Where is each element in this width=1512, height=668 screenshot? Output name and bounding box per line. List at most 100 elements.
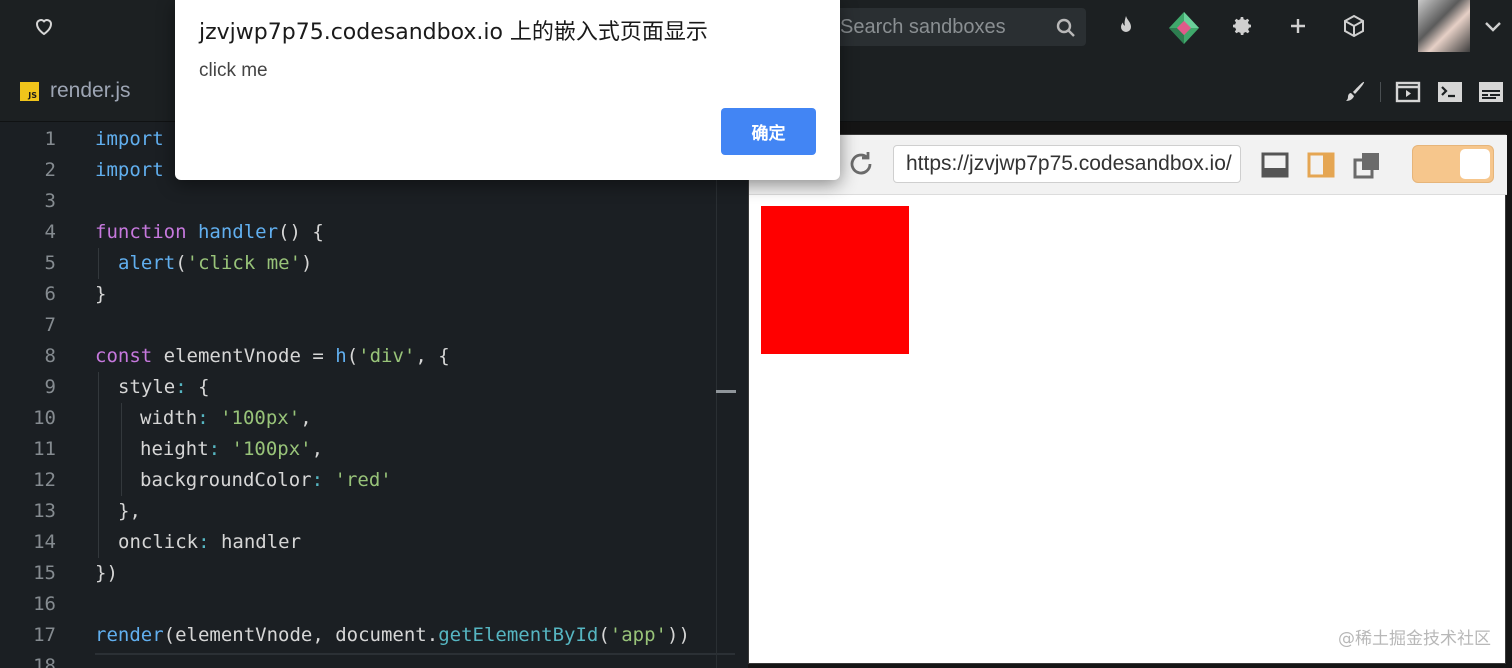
line-number: 15 bbox=[33, 562, 56, 584]
search-input[interactable] bbox=[840, 8, 1050, 46]
terminal-icon[interactable] bbox=[1437, 79, 1463, 105]
preview-toggle[interactable] bbox=[1412, 145, 1494, 183]
code-token: )) bbox=[667, 624, 690, 646]
code-token: render bbox=[95, 624, 164, 646]
code-token: handler bbox=[209, 531, 302, 553]
code-line: backgroundColor: 'red' bbox=[140, 465, 392, 496]
code-token: h bbox=[335, 345, 347, 367]
alert-dialog: jzvjwp7p75.codesandbox.io 上的嵌入式页面显示 clic… bbox=[175, 0, 840, 180]
code-token: ( bbox=[598, 624, 610, 646]
code-token: 'div' bbox=[358, 345, 416, 367]
url-bar[interactable]: https://jzvjwp7p75.codesandbox.io/ bbox=[893, 145, 1241, 183]
editor-ruler bbox=[716, 122, 717, 668]
indent-guide bbox=[98, 372, 99, 558]
code-token: : bbox=[208, 438, 221, 460]
code-token: : bbox=[175, 376, 187, 398]
code-token: ( bbox=[346, 345, 359, 367]
code-line: width: '100px', bbox=[140, 403, 312, 434]
layout-split-icon[interactable] bbox=[1307, 151, 1335, 179]
code-token: getElementById bbox=[438, 624, 599, 646]
heart-icon[interactable] bbox=[32, 14, 56, 38]
line-number: 5 bbox=[44, 252, 56, 274]
code-token: '100px' bbox=[231, 438, 312, 460]
code-token: style bbox=[118, 376, 176, 398]
line-number: 13 bbox=[33, 500, 56, 522]
console-icon[interactable] bbox=[1478, 79, 1504, 105]
code-token: : bbox=[311, 469, 324, 491]
refresh-icon[interactable] bbox=[846, 149, 876, 179]
line-number: 16 bbox=[33, 593, 56, 615]
scrollbar-thumb[interactable] bbox=[716, 390, 736, 393]
code-line: height: '100px', bbox=[140, 434, 323, 465]
code-line: } bbox=[95, 279, 106, 310]
toolbar-divider bbox=[1380, 82, 1381, 102]
code-line: import bbox=[95, 124, 164, 155]
search-box bbox=[828, 8, 1086, 46]
line-number: 6 bbox=[44, 283, 56, 305]
code-token: const bbox=[95, 345, 153, 367]
tab-render-js[interactable]: JS render.js bbox=[0, 60, 175, 122]
code-token: }) bbox=[95, 562, 118, 584]
line-number: 17 bbox=[33, 624, 56, 646]
rendered-red-box[interactable] bbox=[761, 206, 909, 354]
code-token: onclick bbox=[118, 531, 199, 553]
code-token: import bbox=[95, 128, 164, 150]
code-token: ) bbox=[301, 252, 313, 274]
code-token: 'app' bbox=[609, 624, 667, 646]
line-number: 9 bbox=[44, 376, 56, 398]
layout-bottom-icon[interactable] bbox=[1261, 151, 1289, 179]
line-number: 11 bbox=[33, 438, 56, 460]
code-token: , bbox=[300, 407, 312, 429]
toggle-knob bbox=[1460, 149, 1490, 179]
code-token: , bbox=[311, 438, 324, 460]
flame-icon[interactable] bbox=[1114, 14, 1138, 38]
code-line: onclick: handler bbox=[118, 527, 301, 558]
line-number: 12 bbox=[33, 469, 56, 491]
line-number: 18 bbox=[33, 655, 56, 668]
preview-pane: https://jzvjwp7p75.codesandbox.io/ @稀土掘金… bbox=[748, 134, 1507, 664]
code-token: height bbox=[140, 438, 209, 460]
line-number: 8 bbox=[44, 345, 56, 367]
code-token: handler bbox=[186, 221, 279, 243]
code-token: { bbox=[186, 376, 210, 398]
code-token: : bbox=[198, 531, 210, 553]
code-token: ( bbox=[175, 252, 187, 274]
code-token: : bbox=[197, 407, 209, 429]
codesandbox-app: JS render.js 1 2 3 4 5 6 7 8 9 10 11 12 … bbox=[0, 0, 1512, 668]
copy-icon[interactable] bbox=[1353, 151, 1381, 179]
code-line: const elementVnode = h('div', { bbox=[95, 341, 450, 372]
dialog-message: click me bbox=[199, 60, 268, 81]
plus-icon[interactable] bbox=[1286, 14, 1310, 38]
indent-guide bbox=[121, 403, 122, 496]
code-line: function handler() { bbox=[95, 217, 324, 248]
avatar[interactable] bbox=[1418, 0, 1470, 52]
browser-preview-icon[interactable] bbox=[1395, 79, 1421, 105]
codesandbox-logo-icon[interactable] bbox=[1166, 10, 1202, 46]
chevron-down-icon[interactable] bbox=[1484, 20, 1502, 34]
code-line: alert('click me') bbox=[118, 248, 313, 279]
code-token: , { bbox=[415, 345, 450, 367]
gear-icon[interactable] bbox=[1230, 14, 1254, 38]
indent-guide bbox=[98, 248, 99, 279]
line-number: 2 bbox=[44, 159, 56, 181]
watermark: @稀土掘金技术社区 bbox=[1338, 629, 1491, 649]
line-number-gutter: 1 2 3 4 5 6 7 8 9 10 11 12 13 14 15 16 1… bbox=[0, 122, 70, 668]
code-token: backgroundColor bbox=[140, 469, 312, 491]
code-editor[interactable]: 1 2 3 4 5 6 7 8 9 10 11 12 13 14 15 16 1… bbox=[0, 122, 748, 668]
ok-button[interactable]: 确定 bbox=[721, 108, 816, 155]
line-number: 4 bbox=[44, 221, 56, 243]
code-token: import bbox=[95, 159, 164, 181]
preview-toolbar: https://jzvjwp7p75.codesandbox.io/ bbox=[749, 135, 1507, 195]
line-number: 7 bbox=[44, 314, 56, 336]
cube-icon[interactable] bbox=[1342, 14, 1366, 38]
line-number: 1 bbox=[44, 128, 56, 150]
code-token: function bbox=[95, 221, 187, 243]
code-token: 'red' bbox=[334, 469, 392, 491]
brush-icon[interactable] bbox=[1342, 79, 1368, 105]
search-icon[interactable] bbox=[1056, 18, 1076, 38]
code-line: style: { bbox=[118, 372, 210, 403]
tab-label: render.js bbox=[50, 79, 131, 102]
code-line: render(elementVnode, document.getElement… bbox=[95, 620, 690, 651]
